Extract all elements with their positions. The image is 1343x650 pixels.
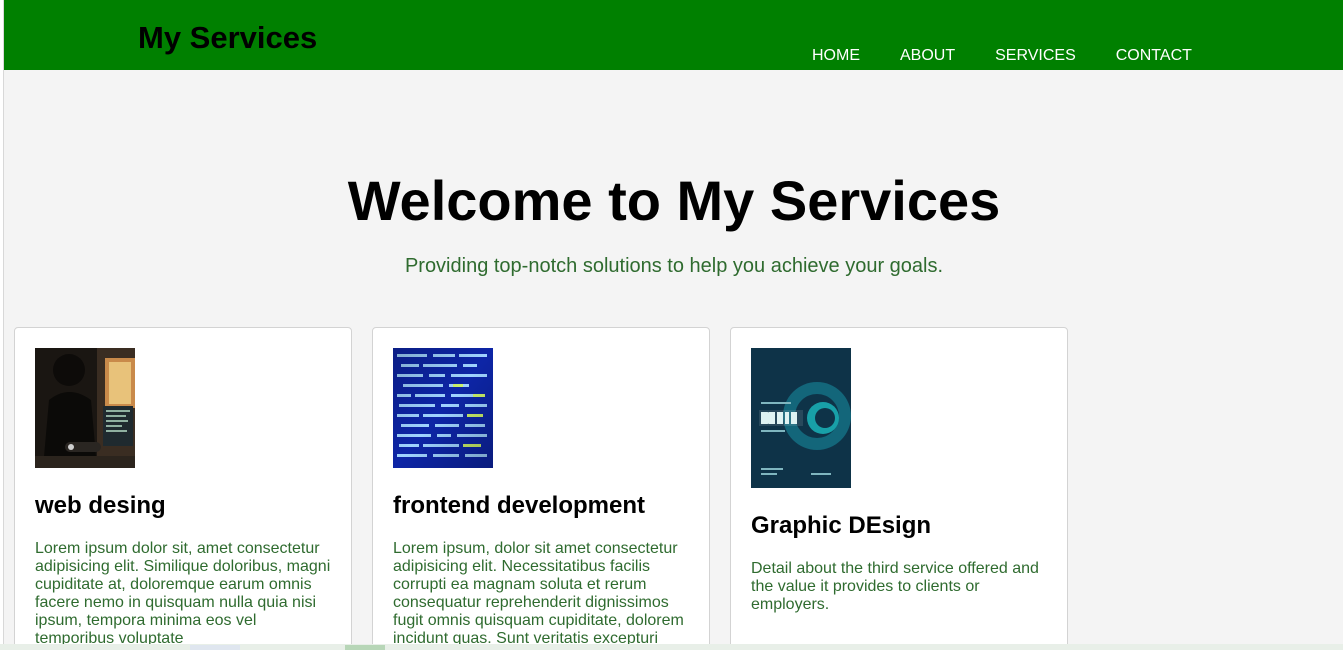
- site-header: My Services HOME ABOUT SERVICES CONTACT: [4, 0, 1343, 70]
- card-title: Graphic DEsign: [751, 512, 932, 539]
- service-card-graphic-design: Graphic DEsign Detail about the third se…: [730, 327, 1068, 644]
- main-nav: HOME ABOUT SERVICES CONTACT: [812, 48, 1232, 64]
- nav-home[interactable]: HOME: [812, 48, 860, 64]
- nav-contact[interactable]: CONTACT: [1116, 48, 1192, 64]
- service-card-web-design: web desing Lorem ipsum dolor sit, amet c…: [14, 327, 352, 644]
- nav-about[interactable]: ABOUT: [900, 48, 955, 64]
- nav-services[interactable]: SERVICES: [995, 48, 1076, 64]
- page: My Services HOME ABOUT SERVICES CONTACT …: [3, 0, 1343, 644]
- web-design-image: [35, 348, 135, 468]
- card-title: frontend development: [393, 492, 646, 519]
- service-card-frontend: frontend development Lorem ipsum, dolor …: [372, 327, 710, 644]
- design-poster-image: [751, 348, 851, 488]
- card-description: Lorem ipsum, dolor sit amet consectetur …: [393, 540, 684, 644]
- hero-subtitle: Providing top-notch solutions to help yo…: [404, 255, 944, 277]
- taskbar-tab: [190, 645, 240, 650]
- code-screen-image: [393, 348, 493, 468]
- card-description: Detail about the third service offered a…: [751, 560, 1039, 613]
- hero-title: Welcome to My Services: [347, 169, 1001, 232]
- card-title: web desing: [35, 492, 166, 519]
- site-brand: My Services: [138, 20, 318, 55]
- taskbar-tab: [345, 645, 385, 650]
- card-description: Lorem ipsum dolor sit, amet consectetur …: [35, 540, 331, 644]
